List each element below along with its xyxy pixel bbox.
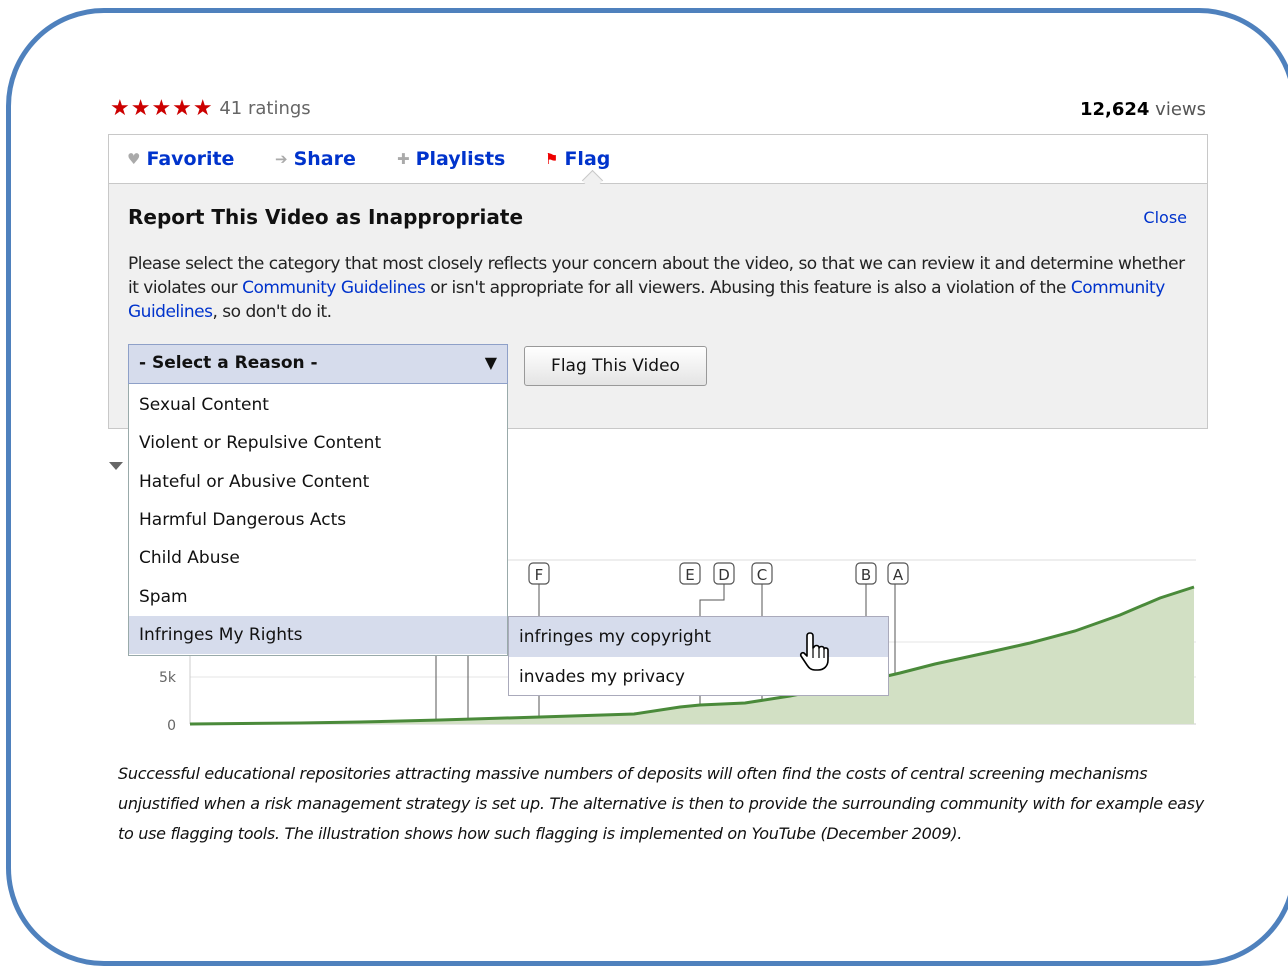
views-number: 12,624	[1079, 99, 1150, 120]
tab-share[interactable]: ➔ Share	[275, 148, 356, 170]
tab-label: Favorite	[146, 148, 235, 170]
desc-text: , so don't do it.	[212, 302, 332, 322]
star-rating[interactable]: ★★★★★	[110, 96, 214, 121]
reason-option-highlighted[interactable]: Infringes My Rights	[129, 616, 507, 654]
y-tick-label: 5k	[159, 670, 177, 686]
chart-marker-label: D	[718, 566, 730, 584]
reason-select[interactable]: - Select a Reason - ▼	[128, 344, 508, 384]
views-label: views	[1155, 99, 1206, 120]
report-description: Please select the category that most clo…	[128, 252, 1188, 324]
reason-option[interactable]: Sexual Content	[129, 386, 507, 424]
active-tab-notch	[581, 169, 604, 192]
chart-marker-label: E	[685, 566, 694, 584]
views-count: 12,624 views	[1080, 99, 1206, 120]
arrow-right-icon: ➔	[275, 150, 288, 168]
chart-marker-label: B	[861, 566, 871, 584]
action-tabs: ♥ Favorite ➔ Share ✚ Playlists ⚑ Flag	[109, 135, 1207, 192]
chart-marker-a[interactable]: A	[887, 562, 909, 585]
tab-label: Flag	[564, 148, 611, 170]
reason-option[interactable]: Harmful Dangerous Acts	[129, 501, 507, 539]
reason-option[interactable]: Spam	[129, 578, 507, 616]
tab-favorite[interactable]: ♥ Favorite	[127, 148, 234, 170]
reason-option[interactable]: Child Abuse	[129, 539, 507, 577]
plus-icon: ✚	[397, 150, 410, 168]
close-link[interactable]: Close	[1143, 208, 1187, 227]
chart-marker-d[interactable]: D	[713, 562, 735, 585]
y-tick-label: 0	[167, 718, 176, 734]
marker-connector	[699, 584, 725, 606]
tab-label: Share	[293, 148, 356, 170]
tab-label: Playlists	[415, 148, 506, 170]
chart-marker-f[interactable]: F	[528, 562, 550, 585]
chart-marker-label: F	[535, 566, 544, 584]
tab-flag[interactable]: ⚑ Flag	[545, 148, 610, 170]
flag-icon: ⚑	[545, 150, 559, 168]
reason-dropdown-list: Sexual Content Violent or Repulsive Cont…	[128, 384, 508, 656]
select-value: - Select a Reason -	[139, 353, 318, 373]
figure-caption: Successful educational repositories attr…	[118, 764, 1204, 843]
reason-option[interactable]: Violent or Repulsive Content	[129, 424, 507, 462]
report-title: Report This Video as Inappropriate	[128, 205, 524, 229]
heart-icon: ♥	[127, 150, 141, 168]
chart-marker-c[interactable]: C	[751, 562, 773, 585]
collapse-triangle-icon[interactable]	[109, 462, 123, 472]
chart-marker-label: A	[893, 566, 904, 584]
desc-text: or isn't appropriate for all viewers. Ab…	[425, 278, 1071, 298]
chart-marker-label: C	[757, 566, 767, 584]
chart-marker-e[interactable]: E	[679, 562, 701, 585]
tab-playlists[interactable]: ✚ Playlists	[397, 148, 505, 170]
chart-marker-b[interactable]: B	[855, 562, 877, 585]
community-guidelines-link[interactable]: Community Guidelines	[242, 278, 426, 298]
reason-option[interactable]: Hateful or Abusive Content	[129, 463, 507, 501]
ratings-count: 41 ratings	[219, 98, 311, 119]
flag-video-button[interactable]: Flag This Video	[524, 346, 707, 386]
hand-pointer-cursor-icon	[799, 632, 829, 671]
rating-row: ★★★★★ 41 ratings	[110, 96, 311, 121]
dropdown-arrow-icon: ▼	[484, 353, 497, 372]
